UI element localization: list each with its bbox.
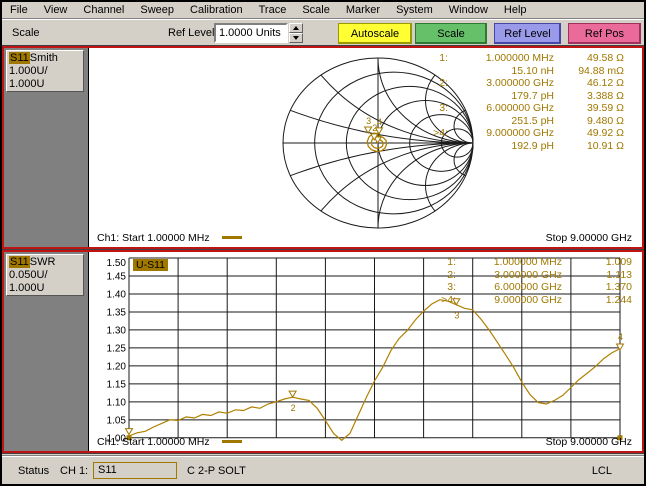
spinner-down-button[interactable] bbox=[289, 33, 303, 43]
smith-marker-readout: 1:1.000000 MHz49.58 Ω15.10 nH94.88 mΩ2:3… bbox=[418, 52, 624, 152]
swr-plot-area: 1.50 1.45 1.40 1.35 1.30 1.25 1.20 1.15 1.10 1.05… bbox=[88, 252, 642, 451]
marker-readout-row: 15.10 nH94.88 mΩ bbox=[418, 65, 624, 78]
trace-scale-value: 1.000U/ bbox=[9, 65, 81, 78]
menu-item-view[interactable]: View bbox=[36, 3, 76, 17]
ref-level-button[interactable]: Ref Level bbox=[494, 23, 561, 44]
y-axis-tick-label: 1.15 bbox=[107, 379, 127, 390]
swr-trace-sidebar: S11SWR 0.050U/ 1.000U bbox=[4, 252, 88, 451]
scale-button[interactable]: Scale bbox=[415, 23, 487, 44]
svg-text:3: 3 bbox=[454, 311, 459, 321]
menu-item-channel[interactable]: Channel bbox=[75, 3, 132, 17]
trace-scale-value: 0.050U/ bbox=[9, 269, 81, 282]
svg-text:2: 2 bbox=[291, 403, 296, 413]
menu-item-file[interactable]: File bbox=[2, 3, 36, 17]
swr-chart-panel: S11SWR 0.050U/ 1.000U 1.501.451.401.351.… bbox=[2, 250, 644, 453]
smith-marker-3[interactable]: 3 bbox=[365, 116, 372, 133]
menu-item-window[interactable]: Window bbox=[441, 3, 496, 17]
spinner-up-button[interactable] bbox=[289, 23, 303, 33]
y-axis-tick-label: 1.30 bbox=[107, 325, 127, 336]
menu-item-calibration[interactable]: Calibration bbox=[182, 3, 251, 17]
y-axis-tick-label: 1.50 bbox=[107, 258, 127, 269]
trace-format-label: SWR bbox=[30, 256, 56, 268]
trace-id-badge: S11 bbox=[9, 52, 30, 64]
ref-level-label: Ref Level bbox=[168, 27, 214, 39]
svg-text:4: 4 bbox=[618, 332, 623, 342]
up-arrow-icon bbox=[293, 26, 299, 30]
toolbar-mode-label: Scale bbox=[12, 27, 40, 39]
measurement-parameter-box: S11 bbox=[93, 462, 177, 479]
sweep-indicator bbox=[222, 236, 242, 239]
trace-format-label: Smith bbox=[30, 52, 58, 64]
smith-chart-panel: S11Smith 1.000U/ 1.000U 234 1:1.000000 M… bbox=[2, 46, 644, 249]
autoscale-button[interactable]: Autoscale bbox=[338, 23, 412, 44]
swr-marker-1[interactable] bbox=[126, 429, 133, 435]
svg-text:4: 4 bbox=[377, 117, 382, 127]
marker-readout-row: 179.7 pH3.388 Ω bbox=[418, 90, 624, 103]
calibration-status: C 2-P SOLT bbox=[187, 465, 246, 477]
smith-start-label: Ch1: Start 1.00000 MHz bbox=[97, 232, 210, 244]
svg-text:3: 3 bbox=[366, 116, 371, 126]
ref-level-spinner bbox=[289, 23, 303, 43]
vna-application-window: FileViewChannelSweepCalibrationTraceScal… bbox=[0, 0, 646, 486]
swr-marker-4[interactable]: 4 bbox=[617, 332, 624, 350]
y-axis-tick-label: 1.20 bbox=[107, 361, 127, 372]
trace-ref-value: 1.000U bbox=[9, 78, 81, 91]
swr-trace-info[interactable]: S11SWR 0.050U/ 1.000U bbox=[6, 254, 84, 296]
menu-item-trace[interactable]: Trace bbox=[251, 3, 295, 17]
trace-ref-value: 1.000U bbox=[9, 282, 81, 295]
y-axis-tick-label: 1.25 bbox=[107, 343, 127, 354]
marker-readout-row: 2:3.000000 GHz1.113 bbox=[426, 269, 632, 282]
swr-start-label: Ch1: Start 1.00000 MHz bbox=[97, 436, 210, 448]
ref-level-input[interactable] bbox=[214, 23, 288, 43]
menu-item-scale[interactable]: Scale bbox=[294, 3, 338, 17]
y-axis-tick-label: 1.10 bbox=[107, 397, 127, 408]
y-axis-tick-label: 1.40 bbox=[107, 289, 127, 300]
trace-id-badge: S11 bbox=[9, 256, 30, 268]
marker-readout-row: 251.5 pH9.480 Ω bbox=[418, 115, 624, 128]
active-trace-tag[interactable]: U-S11 bbox=[133, 259, 168, 271]
menu-item-system[interactable]: System bbox=[388, 3, 441, 17]
smith-trace-info[interactable]: S11Smith 1.000U/ 1.000U bbox=[6, 50, 84, 92]
status-label: Status bbox=[18, 465, 49, 477]
y-axis-tick-label: 1.35 bbox=[107, 307, 127, 318]
y-axis-tick-label: 1.05 bbox=[107, 415, 127, 426]
swr-stop-label: Stop 9.00000 GHz bbox=[546, 436, 632, 448]
local-mode-indicator: LCL bbox=[592, 465, 612, 477]
swr-marker-readout: 1:1.000000 MHz1.0092:3.000000 GHz1.1133:… bbox=[426, 256, 632, 306]
menu-item-help[interactable]: Help bbox=[496, 3, 535, 17]
marker-readout-row: 1:1.000000 MHz1.009 bbox=[426, 256, 632, 269]
marker-readout-row: 1:1.000000 MHz49.58 Ω bbox=[418, 52, 624, 65]
marker-readout-row: 192.9 pH10.91 Ω bbox=[418, 140, 624, 153]
smith-stop-label: Stop 9.00000 GHz bbox=[546, 232, 632, 244]
sweep-indicator bbox=[222, 440, 242, 443]
y-axis-tick-label: 1.45 bbox=[107, 271, 127, 282]
marker-readout-row: 3:6.000000 GHz1.370 bbox=[426, 281, 632, 294]
channel-label: CH 1: bbox=[60, 465, 88, 477]
smith-trace-sidebar: S11Smith 1.000U/ 1.000U bbox=[4, 48, 88, 247]
status-bar: Status CH 1: S11 C 2-P SOLT LCL bbox=[2, 455, 644, 484]
menu-bar: FileViewChannelSweepCalibrationTraceScal… bbox=[2, 2, 644, 19]
menu-item-marker[interactable]: Marker bbox=[338, 3, 388, 17]
smith-plot-area: 234 1:1.000000 MHz49.58 Ω15.10 nH94.88 m… bbox=[88, 48, 642, 247]
down-arrow-icon bbox=[293, 36, 299, 40]
marker-readout-row: 3:6.000000 GHz39.59 Ω bbox=[418, 102, 624, 115]
toolbar: Scale Ref Level AutoscaleScaleRef LevelR… bbox=[2, 20, 644, 46]
menu-item-sweep[interactable]: Sweep bbox=[132, 3, 182, 17]
ref-pos-button[interactable]: Ref Pos bbox=[568, 23, 641, 44]
marker-readout-row: 2:3.000000 GHz46.12 Ω bbox=[418, 77, 624, 90]
marker-readout-row: >4:9.000000 GHz1.244 bbox=[426, 294, 632, 307]
marker-readout-row: >4:9.000000 GHz49.92 Ω bbox=[418, 127, 624, 140]
